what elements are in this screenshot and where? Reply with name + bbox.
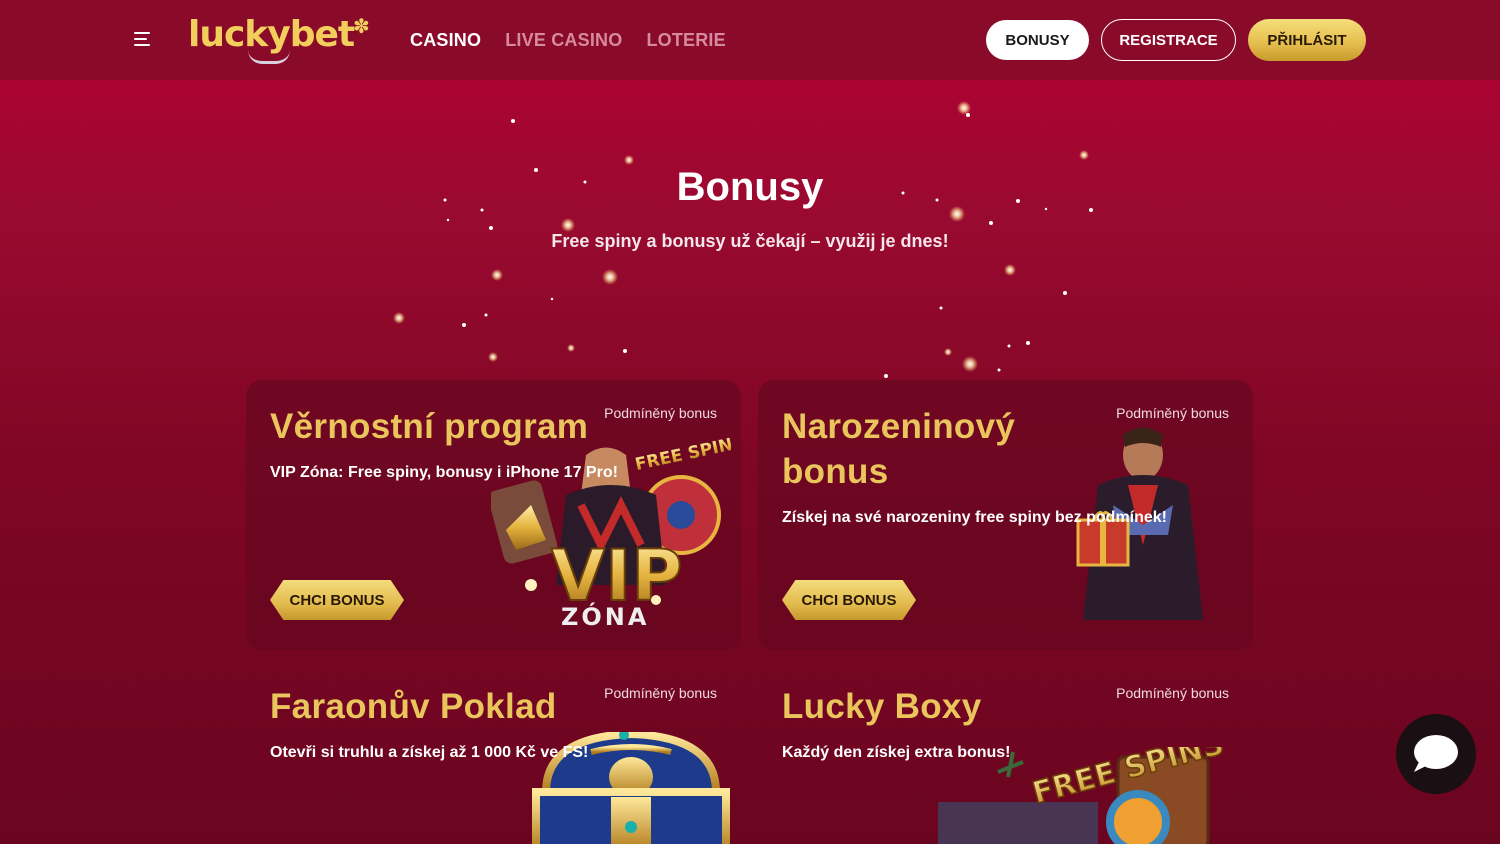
bonus-card-lucky-boxy[interactable]: Lucky Boxy Podmíněný bonus Každý den zís… xyxy=(758,662,1253,844)
registrace-button[interactable]: REGISTRACE xyxy=(1101,19,1236,61)
card-title-line-1: Narozeninový xyxy=(782,407,1016,446)
page-subtitle: Free spiny a bonusy už čekají – využij j… xyxy=(551,231,949,251)
chci-bonus-button[interactable]: CHCI BONUS xyxy=(782,580,916,620)
card-tag: Podmíněný bonus xyxy=(1116,405,1229,421)
card-title: Lucky Boxy xyxy=(782,687,982,726)
zona-art-text: ZÓNA xyxy=(561,601,649,631)
chat-bubble-icon xyxy=(1414,735,1458,772)
bonus-card-faraonuv-poklad[interactable]: Faraonův Poklad Podmíněný bonus Otevři s… xyxy=(246,662,741,844)
logo-text: luckybet xyxy=(188,14,355,55)
top-header: luckybet ✽ CASINO LIVE CASINO LOTERIE BO… xyxy=(0,0,1500,80)
bonus-card-narozeninovy[interactable]: Narozeninový bonus Podmíněný bonus Získe… xyxy=(758,380,1253,650)
card-tag: Podmíněný bonus xyxy=(604,685,717,701)
nav-live-casino[interactable]: LIVE CASINO xyxy=(505,30,622,51)
card-description: VIP Zóna: Free spiny, bonusy i iPhone 17… xyxy=(270,464,618,481)
main-nav: CASINO LIVE CASINO LOTERIE xyxy=(410,30,726,51)
nav-loterie[interactable]: LOTERIE xyxy=(646,30,725,51)
card-description: Získej na své narozeniny free spiny bez … xyxy=(782,509,1168,526)
clover-icon: ✽ xyxy=(353,16,370,38)
card-tag: Podmíněný bonus xyxy=(604,405,717,421)
free-spins-art-text: FREE SPINS xyxy=(633,435,731,475)
card-tag: Podmíněný bonus xyxy=(1116,685,1229,701)
bonusy-button[interactable]: BONUSY xyxy=(986,20,1089,60)
page-title: Bonusy xyxy=(676,165,824,209)
menu-icon[interactable] xyxy=(134,32,152,48)
bonus-card-vernostni[interactable]: Věrnostní program Podmíněný bonus VIP Zó… xyxy=(246,380,741,650)
sparkle-decoration xyxy=(393,101,1093,378)
chat-button[interactable] xyxy=(1396,714,1476,794)
luckybet-logo[interactable]: luckybet ✽ xyxy=(188,12,373,67)
chci-bonus-button[interactable]: CHCI BONUS xyxy=(270,580,404,620)
logo-smile xyxy=(248,50,290,64)
card-title: Faraonův Poklad xyxy=(270,687,557,726)
card-description: Každý den získej extra bonus! xyxy=(782,744,1011,761)
nav-casino[interactable]: CASINO xyxy=(410,30,481,51)
card-title-line-2: bonus xyxy=(782,452,889,491)
prihlasit-button[interactable]: PŘIHLÁSIT xyxy=(1248,19,1366,61)
card-description: Otevři si truhlu a získej až 1 000 Kč ve… xyxy=(270,744,589,761)
